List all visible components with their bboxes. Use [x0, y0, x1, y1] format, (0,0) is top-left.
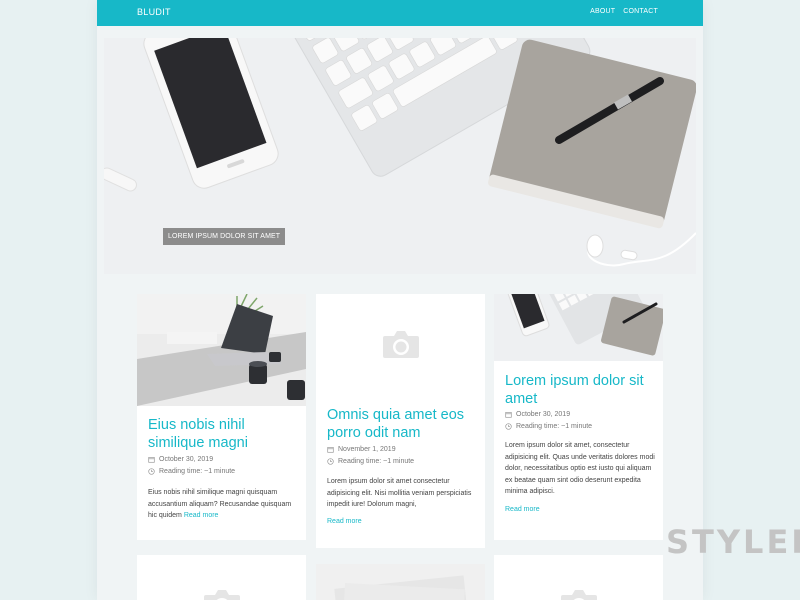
- post-title[interactable]: Lorem ipsum dolor sit amet: [505, 372, 655, 408]
- post-date: October 30, 2019: [148, 456, 213, 463]
- hero-caption[interactable]: LOREM IPSUM DOLOR SIT AMET: [163, 228, 286, 245]
- post-excerpt: Lorem ipsum dolor sit amet, consectetur …: [505, 442, 655, 495]
- nav-about-link[interactable]: ABOUT: [590, 8, 615, 15]
- post-title[interactable]: Eius nobis nihil similique magni: [148, 416, 298, 452]
- nav-contact-link[interactable]: CONTACT: [623, 8, 658, 15]
- post-title[interactable]: Omnis quia amet eos porro odit nam: [327, 406, 477, 442]
- read-more-link[interactable]: Read more: [184, 512, 219, 519]
- styler-watermark: STYLER: [666, 523, 800, 561]
- post-card: [316, 564, 485, 600]
- post-image[interactable]: [494, 294, 663, 361]
- post-card: [494, 555, 663, 600]
- post-date: October 30, 2019: [505, 411, 570, 418]
- calendar-icon: [148, 457, 155, 463]
- clock-icon: [505, 423, 512, 430]
- post-excerpt: Eius nobis nihil similique magni quisqua…: [148, 487, 298, 522]
- clock-icon: [148, 468, 155, 475]
- site-brand[interactable]: BLUDIT: [137, 7, 171, 17]
- calendar-icon: [327, 447, 334, 453]
- post-card: Lorem ipsum dolor sit amet October 30, 2…: [494, 294, 663, 540]
- post-reading-time: Reading time: ~1 minute: [505, 423, 592, 430]
- post-date-text: October 30, 2019: [516, 411, 571, 418]
- post-date-text: November 1, 2019: [338, 446, 396, 453]
- read-more-link[interactable]: Read more: [505, 506, 540, 513]
- post-reading-time: Reading time: ~1 minute: [148, 468, 235, 475]
- post-card: Eius nobis nihil similique magni October…: [137, 294, 306, 540]
- top-navbar: BLUDIT ABOUT CONTACT: [97, 0, 703, 26]
- post-date-text: October 30, 2019: [159, 456, 214, 463]
- post-image[interactable]: [316, 564, 485, 600]
- post-card: [137, 555, 306, 600]
- read-more-link[interactable]: Read more: [327, 518, 362, 525]
- clock-icon: [327, 458, 334, 465]
- camera-icon: [204, 590, 240, 600]
- hero-banner: LOREM IPSUM DOLOR SIT AMET: [104, 38, 696, 274]
- post-image[interactable]: [137, 294, 306, 406]
- post-excerpt: Lorem ipsum dolor sit amet consectetur a…: [327, 478, 472, 508]
- post-card: Omnis quia amet eos porro odit nam Novem…: [316, 294, 485, 548]
- reading-time-text: Reading time: ~1 minute: [159, 468, 236, 475]
- post-date: November 1, 2019: [327, 446, 396, 453]
- calendar-icon: [505, 412, 512, 418]
- camera-icon: [383, 331, 419, 358]
- main-nav: ABOUT CONTACT: [590, 8, 658, 15]
- post-image-placeholder[interactable]: [316, 294, 485, 397]
- camera-icon: [561, 590, 597, 600]
- post-excerpt-text: Eius nobis nihil similique magni quisqua…: [148, 489, 292, 519]
- reading-time-text: Reading time: ~1 minute: [516, 423, 593, 430]
- page-frame: BLUDIT ABOUT CONTACT LOREM IPSUM DOLOR S…: [97, 0, 703, 600]
- post-reading-time: Reading time: ~1 minute: [327, 458, 414, 465]
- reading-time-text: Reading time: ~1 minute: [338, 458, 415, 465]
